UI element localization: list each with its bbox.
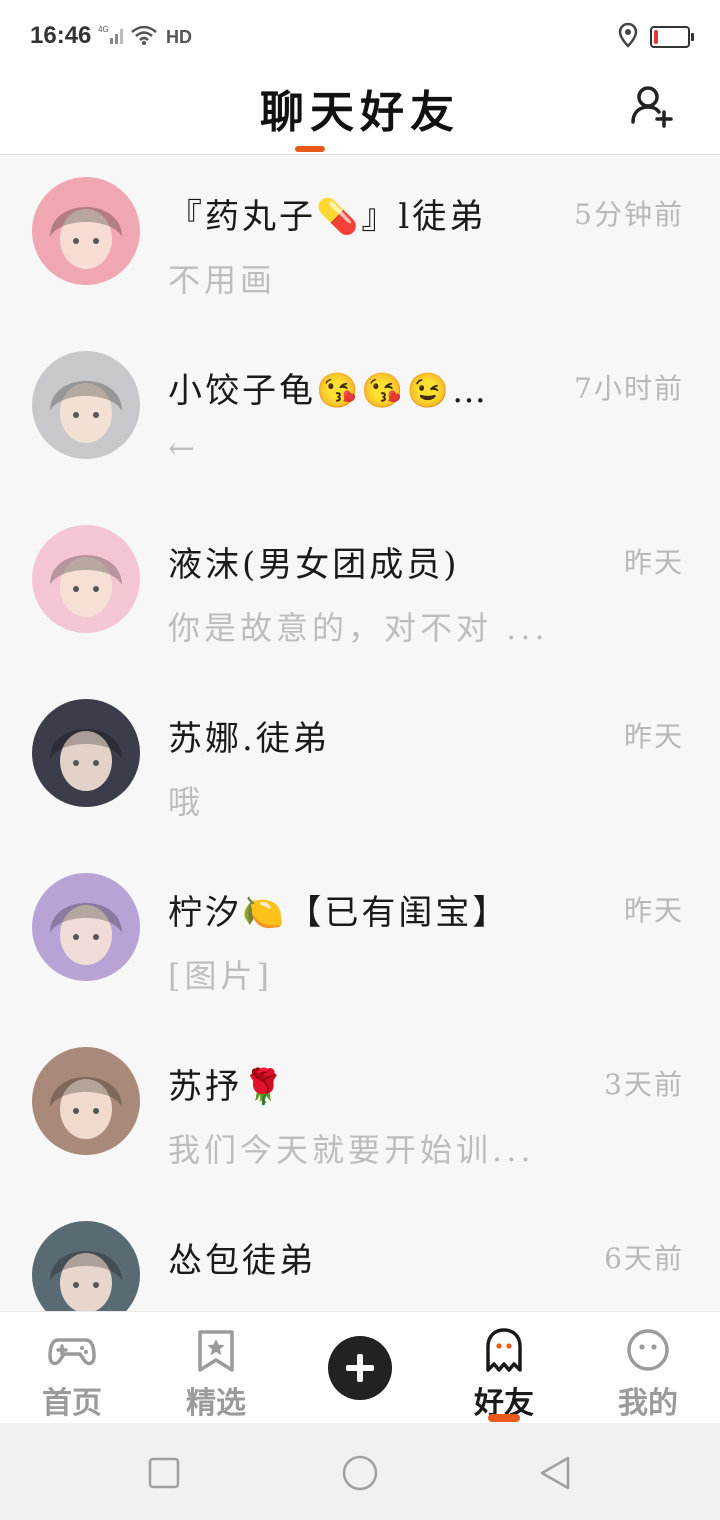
chat-time: 6天前	[604, 1242, 684, 1275]
hd-label: HD	[166, 26, 192, 47]
recent-apps-icon[interactable]	[144, 1453, 184, 1493]
chat-name: 怂包徒弟	[168, 1241, 316, 1281]
avatar[interactable]	[32, 1047, 140, 1155]
status-left-icons: 4G HD	[98, 24, 192, 50]
chat-name: 液沫(男女团成员)	[168, 545, 460, 585]
nav-label-me: 我的	[618, 1386, 678, 1421]
status-time: 16:46	[30, 22, 92, 49]
chat-name: 小饺子龟😘😘😉…	[168, 371, 490, 411]
chat-preview: 不用画	[168, 261, 277, 299]
smiley-icon	[627, 1329, 669, 1371]
avatar[interactable]	[32, 699, 140, 807]
status-right-icons	[618, 22, 694, 52]
chat-name: 苏娜.徒弟	[168, 719, 330, 759]
chat-time: 5分钟前	[574, 198, 684, 231]
chat-time: 7小时前	[574, 372, 684, 405]
nav-item-friends[interactable]: 好友	[432, 1312, 576, 1424]
ghost-icon	[486, 1328, 522, 1372]
chat-list-item[interactable]: 液沫(男女团成员) 昨天你是故意的，对不对 ...	[0, 503, 720, 677]
chat-list-item[interactable]: 怂包徒弟 6天前	[0, 1199, 720, 1311]
chat-name: 苏抒🌹	[168, 1067, 288, 1107]
header: 聊天好友	[0, 72, 720, 155]
chat-preview: 我们今天就要开始训...	[168, 1131, 535, 1169]
chat-list: 『药丸子💊』l徒弟 5分钟前不用画小饺子龟😘😘😉… 7小时前 ← 液沫(男女团成员) 昨天…	[0, 155, 720, 1311]
chat-time: 昨天	[623, 720, 684, 753]
chat-time: 昨天	[623, 546, 684, 579]
nav-item-create[interactable]	[288, 1312, 432, 1424]
chat-list-item[interactable]: 小饺子龟😘😘😉… 7小时前 ←	[0, 329, 720, 503]
chat-preview: 哦	[168, 783, 205, 821]
nav-item-me[interactable]: 我的	[576, 1312, 720, 1424]
plus-icon[interactable]	[328, 1336, 392, 1400]
add-user-icon	[631, 86, 673, 128]
avatar[interactable]	[32, 873, 140, 981]
chat-list-item[interactable]: 『药丸子💊』l徒弟 5分钟前不用画	[0, 155, 720, 329]
chat-name: 『药丸子💊』l徒弟	[168, 197, 487, 237]
title-underline	[295, 146, 325, 152]
avatar[interactable]	[32, 525, 140, 633]
chat-name: 柠汐🍋【已有闺宝】	[168, 893, 510, 933]
chat-preview: [图片]	[168, 957, 273, 995]
bottom-nav: 首页 精选 好友 我的	[0, 1311, 720, 1424]
page-title: 聊天好友	[260, 87, 460, 138]
chat-time: 3天前	[604, 1068, 684, 1101]
battery-icon	[650, 26, 694, 48]
wifi-icon	[130, 24, 160, 50]
nav-item-home[interactable]: 首页	[0, 1312, 144, 1424]
active-indicator	[488, 1414, 520, 1422]
avatar[interactable]	[32, 351, 140, 459]
chat-list-item[interactable]: 柠汐🍋【已有闺宝】 昨天 [图片]	[0, 851, 720, 1025]
avatar[interactable]	[32, 1221, 140, 1311]
chat-time: 昨天	[623, 894, 684, 927]
nav-label-featured: 精选	[186, 1386, 246, 1421]
add-friend-button[interactable]	[628, 82, 676, 130]
avatar[interactable]	[32, 177, 140, 285]
location-icon	[618, 22, 638, 52]
chat-list-item[interactable]: 苏娜.徒弟 昨天哦	[0, 677, 720, 851]
gamepad-icon	[48, 1338, 96, 1366]
signal-icon: 4G	[98, 24, 124, 50]
chat-preview: ←	[168, 429, 199, 467]
chat-list-item[interactable]: 苏抒🌹 3天前我们今天就要开始训...	[0, 1025, 720, 1199]
home-icon[interactable]	[340, 1453, 380, 1493]
nav-label-home: 首页	[42, 1386, 102, 1421]
chat-preview: 你是故意的，对不对 ...	[168, 609, 549, 647]
network-label: 4G	[98, 25, 109, 34]
star-bookmark-icon	[198, 1330, 234, 1372]
status-bar: 16:46 4G HD	[0, 0, 720, 72]
nav-item-featured[interactable]: 精选	[144, 1312, 288, 1424]
back-icon[interactable]	[536, 1453, 576, 1493]
system-nav	[0, 1423, 720, 1520]
battery-fill	[654, 30, 658, 44]
